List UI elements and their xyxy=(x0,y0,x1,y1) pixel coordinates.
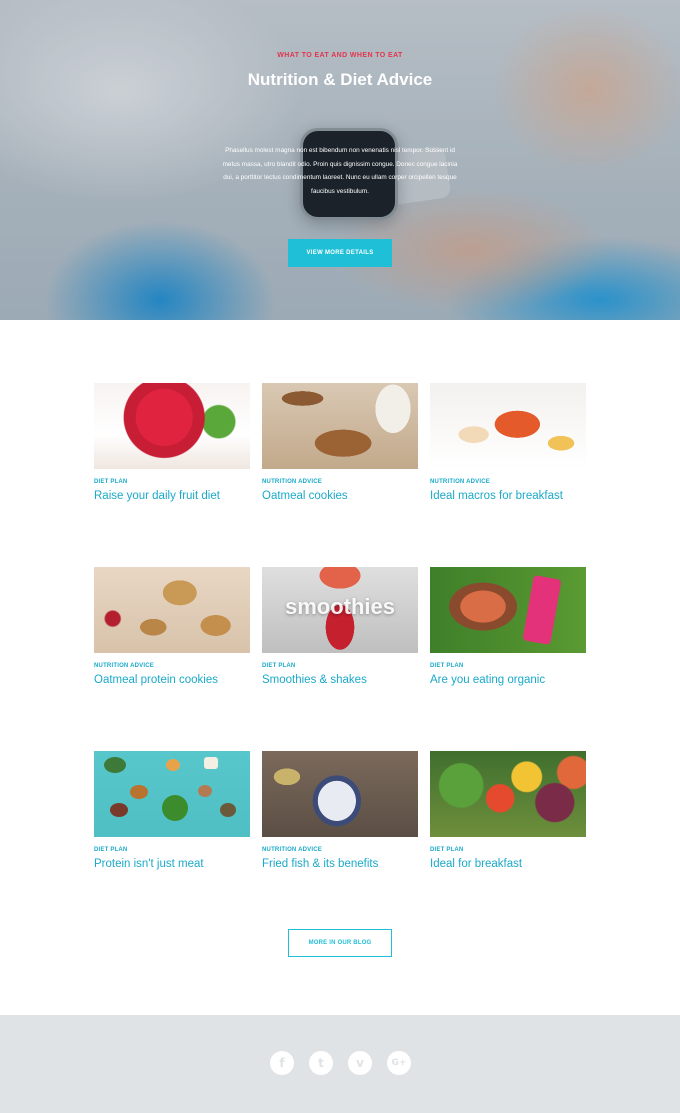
post-image-oatmeal-cookies[interactable] xyxy=(262,383,418,469)
post-title[interactable]: Ideal for breakfast xyxy=(430,858,586,870)
post-category[interactable]: DIET PLAN xyxy=(262,663,418,669)
post-title[interactable]: Fried fish & its benefits xyxy=(262,858,418,870)
nuts-image xyxy=(198,785,212,797)
broccoli-image xyxy=(162,795,188,821)
almonds-image xyxy=(130,785,148,799)
post-image-smoothies[interactable]: smoothies xyxy=(262,567,418,653)
post-image-fresh-produce[interactable] xyxy=(430,751,586,837)
google-plus-icon[interactable]: G+ xyxy=(387,1051,411,1075)
post-card[interactable]: DIET PLAN Are you eating organic xyxy=(430,567,586,686)
post-card[interactable]: DIET PLAN Raise your daily fruit diet xyxy=(94,383,250,502)
tofu-image xyxy=(204,757,218,769)
twitter-icon[interactable]: t xyxy=(309,1051,333,1075)
post-image-lobster-plate[interactable] xyxy=(430,383,586,469)
post-card[interactable]: NUTRITION ADVICE Ideal macros for breakf… xyxy=(430,383,586,502)
post-category[interactable]: NUTRITION ADVICE xyxy=(430,479,586,485)
footer: f t v G+ xyxy=(0,1015,680,1113)
hero-description: Phasellus molest magna non est bibendum … xyxy=(222,147,458,195)
post-category[interactable]: DIET PLAN xyxy=(430,663,586,669)
vimeo-icon[interactable]: v xyxy=(348,1051,372,1075)
kale-image xyxy=(104,757,126,773)
chickpeas-image xyxy=(166,759,180,771)
post-title[interactable]: Oatmeal protein cookies xyxy=(94,674,250,686)
post-title[interactable]: Are you eating organic xyxy=(430,674,586,686)
hero-title: Nutrition & Diet Advice xyxy=(247,70,433,89)
post-card[interactable]: NUTRITION ADVICE Oatmeal protein cookies xyxy=(94,567,250,686)
beans-image xyxy=(110,803,128,817)
post-category[interactable]: DIET PLAN xyxy=(94,479,250,485)
post-image-protein-cookies[interactable] xyxy=(94,567,250,653)
post-image-raspberry-tart[interactable] xyxy=(94,383,250,469)
post-image-protein-vegetables[interactable] xyxy=(94,751,250,837)
post-image-organic[interactable] xyxy=(430,567,586,653)
post-card[interactable]: DIET PLAN Ideal for breakfast xyxy=(430,751,586,870)
post-category[interactable]: NUTRITION ADVICE xyxy=(262,847,418,853)
post-title[interactable]: Ideal macros for breakfast xyxy=(430,490,586,502)
social-links: f t v G+ xyxy=(270,1051,411,1075)
post-title[interactable]: Protein isn't just meat xyxy=(94,858,250,870)
hemp-image xyxy=(220,803,236,817)
post-title[interactable]: Raise your daily fruit diet xyxy=(94,490,250,502)
post-title[interactable]: Oatmeal cookies xyxy=(262,490,418,502)
coconut-water-can-image xyxy=(522,575,562,645)
post-card[interactable]: DIET PLAN Protein isn't just meat xyxy=(94,751,250,870)
post-title[interactable]: Smoothies & shakes xyxy=(262,674,418,686)
view-more-details-button[interactable]: VIEW MORE DETAILS xyxy=(288,239,392,267)
hero-kicker: WHAT TO EAT AND WHEN TO EAT xyxy=(277,52,403,59)
post-category[interactable]: NUTRITION ADVICE xyxy=(262,479,418,485)
post-category[interactable]: NUTRITION ADVICE xyxy=(94,663,250,669)
smoothies-image-text: smoothies xyxy=(284,594,396,619)
post-card[interactable]: smoothies DIET PLAN Smoothies & shakes xyxy=(262,567,418,686)
hero-banner: WHAT TO EAT AND WHEN TO EAT Nutrition & … xyxy=(0,0,680,320)
post-card[interactable]: NUTRITION ADVICE Fried fish & its benefi… xyxy=(262,751,418,870)
facebook-icon[interactable]: f xyxy=(270,1051,294,1075)
more-in-our-blog-button[interactable]: MORE IN OUR BLOG xyxy=(288,929,392,957)
post-card[interactable]: NUTRITION ADVICE Oatmeal cookies xyxy=(262,383,418,502)
post-image-parfait[interactable] xyxy=(262,751,418,837)
post-category[interactable]: DIET PLAN xyxy=(430,847,586,853)
post-category[interactable]: DIET PLAN xyxy=(94,847,250,853)
